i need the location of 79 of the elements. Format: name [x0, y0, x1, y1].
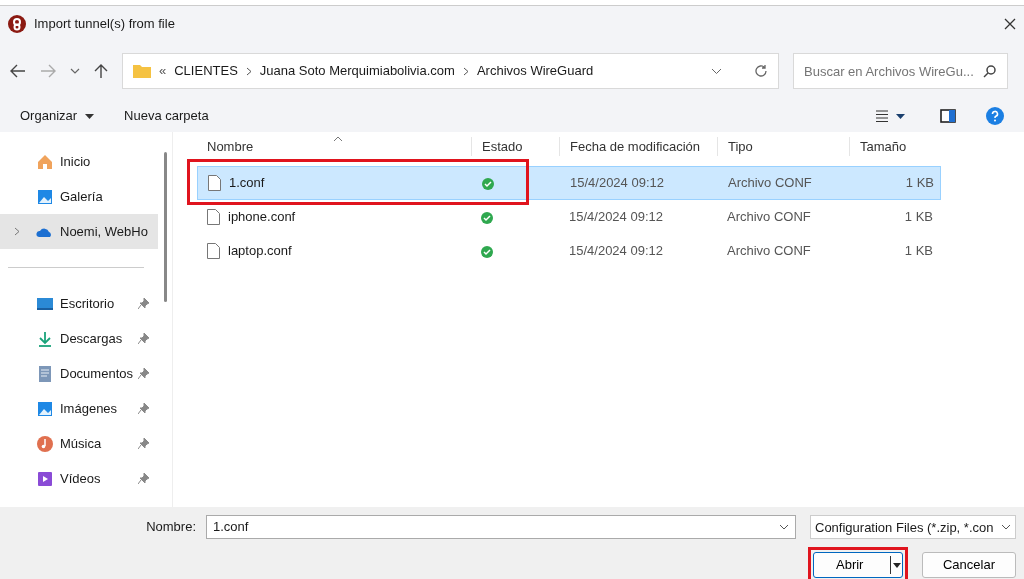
sidebar-item[interactable]: Galería [0, 179, 158, 214]
up-icon[interactable] [94, 63, 108, 79]
pin-icon[interactable] [138, 368, 149, 379]
chevron-icon [245, 66, 252, 76]
file-icon [208, 175, 221, 191]
file-name: iphone.conf [228, 208, 296, 227]
sidebar-item[interactable]: Documentos [0, 356, 158, 391]
pin-icon[interactable] [138, 438, 149, 449]
open-button[interactable]: Abrir [813, 552, 903, 578]
sort-icon [333, 136, 343, 142]
download-icon [36, 329, 54, 348]
size-text: 1 KB [904, 209, 933, 225]
column-header[interactable]: Nombre [197, 136, 471, 156]
file-icon [207, 243, 220, 259]
date-text: 15/4/2024 09:12 [569, 209, 663, 225]
file-type-dropdown[interactable]: Configuration Files (*.zip, *.con [810, 515, 1016, 539]
file-name-field[interactable]: 1.conf [206, 515, 796, 539]
back-icon[interactable] [10, 64, 26, 78]
view-menu-icon[interactable] [876, 110, 906, 122]
file-name: laptop.conf [228, 242, 292, 261]
close-icon[interactable] [1004, 18, 1016, 30]
breadcrumb-item[interactable]: CLIENTES [174, 61, 238, 81]
history-icon[interactable] [70, 68, 80, 74]
column-header[interactable]: Fecha de modificación [559, 136, 717, 156]
pin-icon[interactable] [138, 403, 149, 414]
document-icon [36, 364, 54, 383]
name-label: Nombre: [146, 518, 196, 537]
type-text: Archivo CONF [727, 243, 811, 259]
pin-icon[interactable] [138, 298, 149, 309]
type-text: Archivo CONF [727, 209, 811, 225]
column-header[interactable]: Estado [471, 136, 559, 156]
window-title: Import tunnel(s) from file [34, 15, 175, 34]
sidebar-item[interactable]: Música [0, 426, 158, 461]
dropdown-icon[interactable] [711, 67, 722, 75]
sidebar-item[interactable]: Escritorio [0, 286, 158, 321]
expand-icon[interactable] [14, 227, 20, 236]
search-field[interactable]: Buscar en Archivos WireGu... [793, 53, 1008, 89]
folder-icon [133, 64, 151, 78]
sidebar-item[interactable]: Inicio [0, 144, 158, 179]
size-text: 1 KB [904, 243, 933, 259]
breadcrumb-item[interactable]: Archivos WireGuard [476, 61, 594, 81]
pin-icon[interactable] [138, 333, 149, 344]
cancel-button[interactable]: Cancelar [922, 552, 1016, 578]
dropdown-icon [1001, 524, 1011, 530]
size-text: 1 KB [905, 175, 934, 191]
help-icon[interactable] [986, 107, 1004, 125]
file-icon [207, 209, 220, 225]
sidebar-item[interactable]: Descargas [0, 321, 158, 356]
chevron-icon [462, 66, 469, 76]
music-icon [36, 434, 54, 453]
gallery-icon [36, 187, 54, 206]
organize-button[interactable]: Organizar [20, 106, 95, 126]
date-text: 15/4/2024 09:12 [570, 175, 664, 191]
pictures-icon [36, 399, 54, 418]
column-header[interactable]: Tamaño [849, 136, 937, 156]
file-row[interactable]: laptop.conf 15/4/2024 09:12 Archivo CONF 1 KB [197, 234, 941, 268]
file-row[interactable]: 1.conf 15/4/2024 09:12 Archivo CONF 1 KB [197, 166, 941, 200]
breadcrumb-item[interactable]: Juana Soto Merquimiabolivia.com [259, 61, 455, 81]
overflow-button[interactable]: « [159, 61, 167, 81]
caret-icon [892, 562, 901, 568]
type-text: Archivo CONF [728, 175, 812, 191]
refresh-icon[interactable] [754, 64, 768, 78]
app-icon [8, 15, 26, 33]
new-folder-button[interactable]: Nueva carpeta [124, 106, 209, 126]
address-bar[interactable]: « CLIENTES Juana Soto Merquimiabolivia.com Archivos WireGuard [122, 53, 779, 89]
dropdown-icon[interactable] [779, 524, 789, 530]
column-header[interactable]: Tipo [717, 136, 849, 156]
date-text: 15/4/2024 09:12 [569, 243, 663, 259]
search-icon [983, 65, 996, 78]
home-icon [36, 152, 54, 171]
file-name: 1.conf [229, 174, 265, 193]
sidebar-item[interactable]: Imágenes [0, 391, 158, 426]
sidebar-item[interactable]: Vídeos [0, 461, 158, 496]
preview-pane-icon[interactable] [940, 109, 956, 123]
pin-icon[interactable] [138, 473, 149, 484]
file-row[interactable]: iphone.conf 15/4/2024 09:12 Archivo CONF 1 KB [197, 200, 941, 234]
sidebar-item[interactable]: Noemi, WebHo [0, 214, 158, 249]
video-icon [36, 469, 54, 488]
caret-icon [85, 113, 95, 119]
